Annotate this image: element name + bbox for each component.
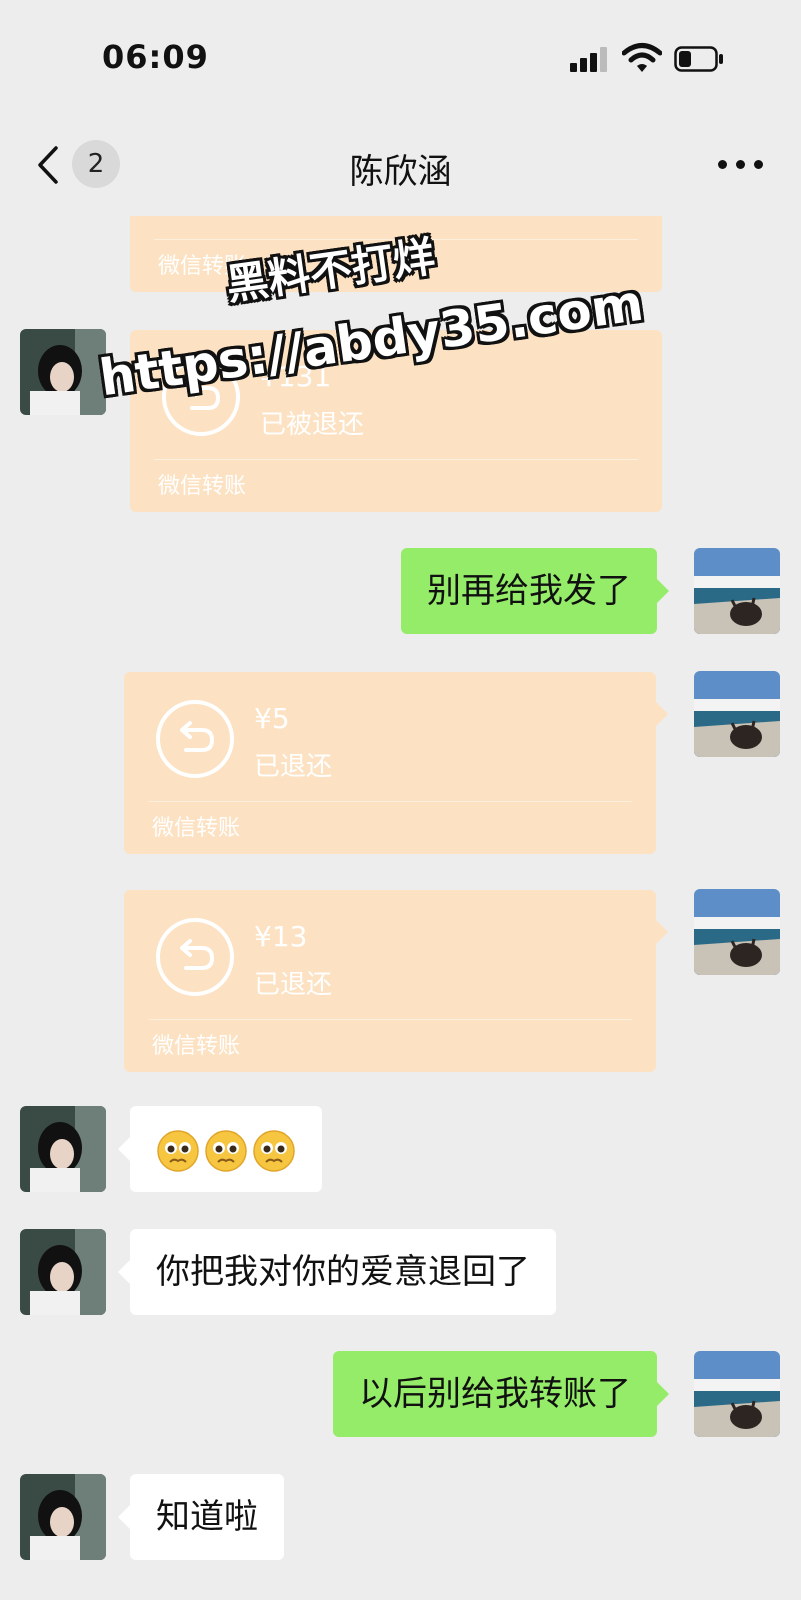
contact-avatar[interactable] — [20, 1106, 106, 1192]
card-divider — [154, 459, 638, 460]
sent-message[interactable]: 别再给我发了 — [401, 548, 669, 634]
self-avatar[interactable] — [694, 548, 780, 634]
message-text: 知道啦 — [156, 1497, 258, 1537]
chat-header: 2 陈欣涵 — [0, 120, 801, 216]
chat-title: 陈欣涵 — [349, 152, 452, 192]
transfer-status: 已退还 — [254, 970, 333, 1000]
refund-arrow-icon — [162, 358, 240, 436]
battery-icon — [674, 46, 724, 72]
transfer-card-refunded[interactable]: ¥131 已被退还 微信转账 — [118, 330, 662, 512]
refund-arrow-icon — [156, 918, 234, 996]
transfer-status: 已被退还 — [260, 410, 365, 440]
transfer-footer: 微信转账 — [152, 1034, 241, 1059]
message-list[interactable]: 微信转账 ¥131 已被退还 微信转账 别再给我发了 ¥5 已退还 微信转账 ¥… — [0, 216, 801, 1600]
contact-avatar[interactable] — [20, 1474, 106, 1560]
dot-icon — [736, 160, 745, 169]
transfer-card-partial[interactable]: 微信转账 — [130, 216, 662, 292]
transfer-card-refunded[interactable]: ¥5 已退还 微信转账 — [124, 672, 668, 854]
status-time: 06:09 — [102, 38, 209, 76]
message-text: 你把我对你的爱意退回了 — [156, 1252, 530, 1292]
received-message[interactable]: 知道啦 — [118, 1474, 284, 1560]
dot-icon — [718, 160, 727, 169]
card-divider — [154, 239, 638, 240]
card-divider — [148, 1019, 632, 1020]
refund-arrow-icon — [156, 700, 234, 778]
contact-avatar[interactable] — [20, 1229, 106, 1315]
self-avatar[interactable] — [694, 1351, 780, 1437]
transfer-footer: 微信转账 — [158, 474, 247, 499]
transfer-amount: ¥131 — [260, 360, 332, 393]
transfer-amount: ¥5 — [254, 702, 290, 735]
self-avatar[interactable] — [694, 671, 780, 757]
received-message[interactable]: 你把我对你的爱意退回了 — [118, 1229, 556, 1315]
pleading-face-icon — [253, 1129, 295, 1172]
contact-avatar[interactable] — [20, 329, 106, 415]
sent-message[interactable]: 以后别给我转账了 — [333, 1351, 669, 1437]
cellular-signal-icon — [570, 46, 610, 72]
more-options-button[interactable] — [718, 148, 764, 178]
transfer-amount: ¥13 — [254, 920, 308, 953]
transfer-status: 已退还 — [254, 752, 333, 782]
dot-icon — [754, 160, 763, 169]
transfer-footer: 微信转账 — [158, 254, 247, 279]
self-avatar[interactable] — [694, 889, 780, 975]
message-text: 别再给我发了 — [427, 571, 631, 611]
transfer-card-refunded[interactable]: ¥13 已退还 微信转账 — [124, 890, 668, 1072]
message-text: 以后别给我转账了 — [359, 1374, 631, 1414]
card-divider — [148, 801, 632, 802]
pleading-face-icon — [205, 1129, 247, 1172]
received-emoji-message[interactable] — [118, 1106, 322, 1192]
pleading-face-icon — [157, 1129, 199, 1172]
status-bar: 06:09 — [0, 0, 801, 120]
transfer-footer: 微信转账 — [152, 816, 241, 841]
wifi-icon — [621, 42, 663, 74]
